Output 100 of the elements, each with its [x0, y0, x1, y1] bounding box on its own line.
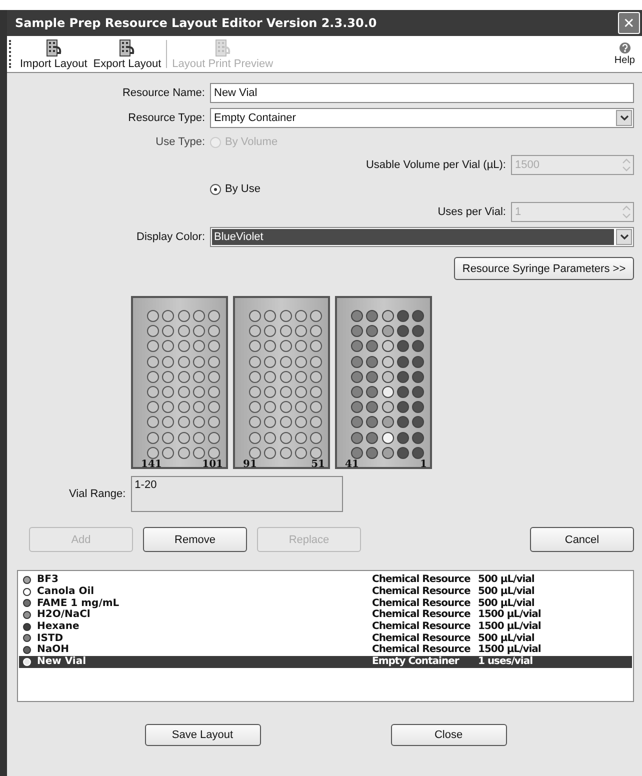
- empty-vial[interactable]: [310, 432, 322, 444]
- empty-vial[interactable]: [208, 386, 220, 398]
- filled-vial[interactable]: [396, 356, 409, 368]
- filled-vial[interactable]: [351, 386, 363, 398]
- empty-vial[interactable]: [178, 310, 190, 322]
- filled-vial[interactable]: [382, 325, 394, 338]
- empty-vial[interactable]: [208, 340, 220, 352]
- help-button[interactable]: Help: [611, 42, 638, 66]
- empty-vial[interactable]: [147, 446, 159, 459]
- filled-vial[interactable]: [412, 446, 424, 459]
- filled-vial[interactable]: [396, 386, 409, 398]
- empty-vial[interactable]: [178, 416, 190, 428]
- empty-vial[interactable]: [310, 446, 322, 459]
- filled-vial[interactable]: [382, 432, 394, 444]
- filled-vial[interactable]: [366, 432, 378, 444]
- resource-list-item[interactable]: NaOH Chemical Resource 1500 µL/vial: [19, 644, 632, 656]
- empty-vial[interactable]: [294, 386, 307, 398]
- empty-vial[interactable]: [178, 325, 190, 338]
- empty-vial[interactable]: [280, 386, 292, 398]
- filled-vial[interactable]: [366, 356, 378, 368]
- filled-vial[interactable]: [412, 310, 424, 322]
- empty-vial[interactable]: [294, 432, 307, 444]
- resource-list-item[interactable]: Hexane Chemical Resource 1500 µL/vial: [19, 620, 632, 632]
- filled-vial[interactable]: [366, 310, 378, 322]
- filled-vial[interactable]: [382, 401, 394, 414]
- filled-vial[interactable]: [351, 432, 363, 444]
- filled-vial[interactable]: [351, 446, 363, 459]
- empty-vial[interactable]: [249, 416, 261, 428]
- empty-vial[interactable]: [280, 340, 292, 352]
- filled-vial[interactable]: [412, 370, 424, 383]
- filled-vial[interactable]: [366, 325, 378, 338]
- empty-vial[interactable]: [178, 386, 190, 398]
- filled-vial[interactable]: [412, 432, 424, 444]
- empty-vial[interactable]: [162, 310, 174, 322]
- filled-vial[interactable]: [412, 356, 424, 368]
- filled-vial[interactable]: [412, 386, 424, 398]
- filled-vial[interactable]: [351, 401, 363, 414]
- empty-vial[interactable]: [280, 432, 292, 444]
- empty-vial[interactable]: [178, 340, 190, 352]
- empty-vial[interactable]: [208, 401, 220, 414]
- empty-vial[interactable]: [249, 446, 261, 459]
- empty-vial[interactable]: [249, 432, 261, 444]
- filled-vial[interactable]: [412, 416, 424, 428]
- cancel-button[interactable]: Cancel: [530, 527, 634, 552]
- filled-vial[interactable]: [351, 416, 363, 428]
- empty-vial[interactable]: [192, 340, 205, 352]
- filled-vial[interactable]: [366, 401, 378, 414]
- filled-vial[interactable]: [351, 356, 363, 368]
- radio-button[interactable]: By Use: [210, 183, 634, 195]
- empty-vial[interactable]: [147, 310, 159, 322]
- empty-vial[interactable]: [294, 401, 307, 414]
- empty-vial[interactable]: [162, 432, 174, 444]
- filled-vial[interactable]: [382, 446, 394, 459]
- empty-vial[interactable]: [162, 416, 174, 428]
- empty-vial[interactable]: [310, 386, 322, 398]
- resource-name-field[interactable]: New Vial: [210, 83, 634, 103]
- empty-vial[interactable]: [147, 386, 159, 398]
- empty-vial[interactable]: [280, 401, 292, 414]
- empty-vial[interactable]: [280, 356, 292, 368]
- empty-vial[interactable]: [310, 401, 322, 414]
- empty-vial[interactable]: [294, 310, 307, 322]
- filled-vial[interactable]: [396, 370, 409, 383]
- filled-vial[interactable]: [396, 446, 409, 459]
- empty-vial[interactable]: [147, 370, 159, 383]
- empty-vial[interactable]: [147, 356, 159, 368]
- empty-vial[interactable]: [178, 446, 190, 459]
- empty-vial[interactable]: [264, 325, 276, 338]
- empty-vial[interactable]: [294, 356, 307, 368]
- filled-vial[interactable]: [412, 325, 424, 338]
- empty-vial[interactable]: [249, 310, 261, 322]
- filled-vial[interactable]: [366, 446, 378, 459]
- filled-vial[interactable]: [396, 432, 409, 444]
- filled-vial[interactable]: [351, 370, 363, 383]
- empty-vial[interactable]: [147, 340, 159, 352]
- resource-list-item[interactable]: New Vial Empty Container 1 uses/vial: [19, 656, 632, 668]
- empty-vial[interactable]: [208, 446, 220, 459]
- filled-vial[interactable]: [351, 310, 363, 322]
- empty-vial[interactable]: [264, 356, 276, 368]
- filled-vial[interactable]: [382, 416, 394, 428]
- empty-vial[interactable]: [310, 340, 322, 352]
- empty-vial[interactable]: [208, 325, 220, 338]
- empty-vial[interactable]: [192, 386, 205, 398]
- empty-vial[interactable]: [162, 340, 174, 352]
- vial-range-field[interactable]: 1-20: [130, 476, 343, 512]
- resource-list-item[interactable]: ISTD Chemical Resource 500 µL/vial: [19, 632, 632, 644]
- filled-vial[interactable]: [366, 370, 378, 383]
- filled-vial[interactable]: [382, 386, 394, 398]
- empty-vial[interactable]: [264, 432, 276, 444]
- empty-vial[interactable]: [249, 401, 261, 414]
- empty-vial[interactable]: [249, 386, 261, 398]
- empty-vial[interactable]: [147, 325, 159, 338]
- footer-button[interactable]: Close: [390, 724, 506, 746]
- empty-vial[interactable]: [264, 310, 276, 322]
- filled-vial[interactable]: [382, 340, 394, 352]
- resource-list-item[interactable]: BF3 Chemical Resource 500 µL/vial: [19, 574, 632, 586]
- resource-list-item[interactable]: FAME 1 mg/mL Chemical Resource 500 µL/vial: [19, 597, 632, 610]
- empty-vial[interactable]: [264, 446, 276, 459]
- filled-vial[interactable]: [396, 340, 409, 352]
- empty-vial[interactable]: [294, 446, 307, 459]
- empty-vial[interactable]: [310, 416, 322, 428]
